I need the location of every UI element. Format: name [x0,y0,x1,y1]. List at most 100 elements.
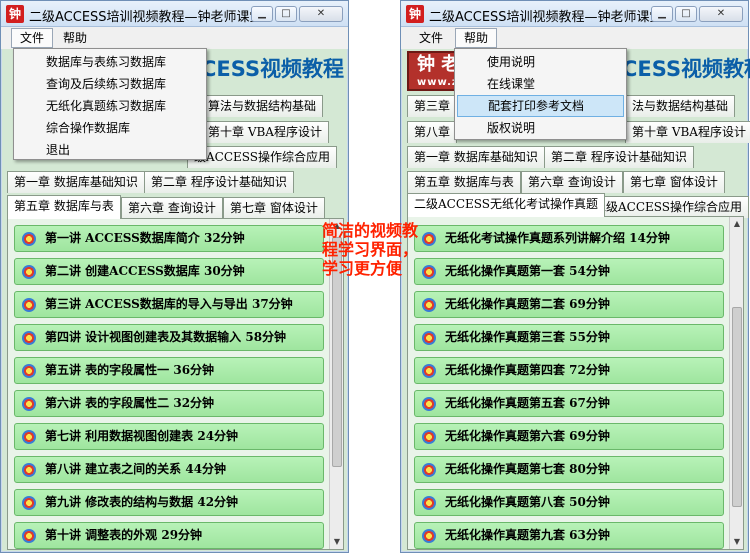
lesson-panel: 无纸化考试操作真题系列讲解介绍 14分钟 无纸化操作真题第一套 54分钟 无纸化… [407,216,744,550]
maximize-button[interactable]: □ [275,6,297,22]
menu-item-usage[interactable]: 使用说明 [457,51,624,73]
tab-paperless-exam[interactable]: 二级ACCESS无纸化考试操作真题 [407,193,606,217]
right-window: 钟 二级ACCESS培训视频教程—钟老师课堂 ▁ □ ✕ 文件 帮助 钟 老 w… [400,0,750,553]
lesson-item[interactable]: 无纸化操作真题第四套 72分钟 [414,357,724,384]
lesson-item[interactable]: 第三讲 ACCESS数据库的导入与导出 37分钟 [14,291,324,318]
tab-chapter-10[interactable]: 第十章 VBA程序设计 [201,121,329,143]
lesson-item[interactable]: 第五讲 表的字段属性一 36分钟 [14,357,324,384]
tab-chapter-10[interactable]: 第十章 VBA程序设计 [625,121,750,143]
lesson-item[interactable]: 第九讲 修改表的结构与数据 42分钟 [14,489,324,516]
promo-caption: 简洁的视频教程学习界面，学习更方便 [322,221,419,278]
menu-help[interactable]: 帮助 [455,28,498,48]
play-icon [22,529,36,543]
play-icon [422,430,436,444]
lesson-item[interactable]: 无纸化操作真题第九套 63分钟 [414,522,724,549]
menu-item-online-class[interactable]: 在线课堂 [457,73,624,95]
left-window: 钟 二级ACCESS培训视频教程—钟老师课堂 ▁ □ ✕ 文件 帮助 CESS视… [0,0,349,553]
play-icon [22,331,36,345]
lesson-item[interactable]: 无纸化操作真题第三套 55分钟 [414,324,724,351]
lesson-item[interactable]: 无纸化考试操作真题系列讲解介绍 14分钟 [414,225,724,252]
lesson-item[interactable]: 第七讲 利用数据视图创建表 24分钟 [14,423,324,450]
lesson-item[interactable]: 第二讲 创建ACCESS数据库 30分钟 [14,258,324,285]
menu-item-db-query[interactable]: 查询及后续练习数据库 [16,73,204,95]
tab-chapter-8[interactable]: 第八章 [407,121,458,143]
lesson-item[interactable]: 无纸化操作真题第八套 50分钟 [414,489,724,516]
close-button[interactable]: ✕ [299,6,343,22]
window-title: 二级ACCESS培训视频教程—钟老师课堂 [29,10,263,25]
play-icon [422,232,436,246]
banner-title: CESS视频教程 [622,57,750,81]
scrollbar[interactable]: ▲ ▼ [729,217,743,549]
lesson-item[interactable]: 第四讲 设计视图创建表及其数据输入 58分钟 [14,324,324,351]
play-icon [422,331,436,345]
tab-chapter-2[interactable]: 第二章 程序设计基础知识 [144,171,294,193]
menu-file[interactable]: 文件 [11,28,54,48]
play-icon [22,364,36,378]
scroll-down-icon[interactable]: ▼ [730,535,744,549]
menu-bar: 文件 帮助 [401,27,748,49]
maximize-button[interactable]: □ [675,6,697,22]
play-icon [22,430,36,444]
tab-chapter-7[interactable]: 第七章 窗体设计 [623,171,725,193]
menu-help[interactable]: 帮助 [55,28,95,48]
tab-chapter-7[interactable]: 第七章 窗体设计 [223,197,325,219]
play-icon [22,232,36,246]
lesson-item[interactable]: 无纸化操作真题第二套 69分钟 [414,291,724,318]
play-icon [422,298,436,312]
tab-chapter-1[interactable]: 第一章 数据库基础知识 [407,146,545,168]
tab-chapter-3[interactable]: 第三章 [407,95,458,117]
play-icon [22,397,36,411]
play-icon [422,496,436,510]
tab-chapter-algorithms[interactable]: 法与数据结构基础 [625,95,736,117]
lesson-item[interactable]: 无纸化操作真题第五套 67分钟 [414,390,724,417]
play-icon [22,298,36,312]
tab-chapter-2[interactable]: 第二章 程序设计基础知识 [544,146,694,168]
menu-item-db-table[interactable]: 数据库与表练习数据库 [16,51,204,73]
minimize-button[interactable]: ▁ [651,6,673,22]
banner-title: CESS视频教程 [201,57,345,81]
tab-chapter-algorithms[interactable]: 算法与数据结构基础 [201,95,324,117]
play-icon [422,364,436,378]
tab-comprehensive[interactable]: 二级ACCESS操作综合应用 [587,196,750,218]
minimize-button[interactable]: ▁ [251,6,273,22]
tab-comprehensive[interactable]: 级ACCESS操作综合应用 [187,146,338,168]
lesson-item[interactable]: 无纸化操作真题第七套 80分钟 [414,456,724,483]
tab-chapter-6[interactable]: 第六章 查询设计 [521,171,623,193]
tab-chapter-5[interactable]: 第五章 数据库与表 [7,195,121,219]
play-icon [22,265,36,279]
window-title: 二级ACCESS培训视频教程—钟老师课堂 [429,10,663,25]
lesson-item[interactable]: 无纸化操作真题第一套 54分钟 [414,258,724,285]
lesson-item[interactable]: 无纸化操作真题第六套 69分钟 [414,423,724,450]
menu-item-db-exam[interactable]: 无纸化真题练习数据库 [16,95,204,117]
scroll-down-icon[interactable]: ▼ [330,535,344,549]
menu-file[interactable]: 文件 [411,28,451,48]
lesson-item[interactable]: 第一讲 ACCESS数据库简介 32分钟 [14,225,324,252]
menu-bar: 文件 帮助 [1,27,348,49]
lesson-item[interactable]: 第八讲 建立表之间的关系 44分钟 [14,456,324,483]
menu-item-db-comprehensive[interactable]: 综合操作数据库 [16,117,204,139]
title-bar[interactable]: 钟 二级ACCESS培训视频教程—钟老师课堂 ▁ □ ✕ [1,1,348,27]
file-menu-dropdown: 数据库与表练习数据库 查询及后续练习数据库 无纸化真题练习数据库 综合操作数据库… [13,48,207,160]
play-icon [422,529,436,543]
tab-chapter-5[interactable]: 第五章 数据库与表 [407,171,521,193]
play-icon [422,463,436,477]
play-icon [422,265,436,279]
menu-item-print-docs[interactable]: 配套打印参考文档 [457,95,624,117]
scroll-thumb[interactable] [732,307,742,507]
lesson-item[interactable]: 第十讲 调整表的外观 29分钟 [14,522,324,549]
tab-chapter-6[interactable]: 第六章 查询设计 [121,197,223,219]
lesson-item[interactable]: 第六讲 表的字段属性二 32分钟 [14,390,324,417]
play-icon [422,397,436,411]
play-icon [22,496,36,510]
close-button[interactable]: ✕ [699,6,743,22]
menu-item-exit[interactable]: 退出 [16,139,204,161]
title-bar[interactable]: 钟 二级ACCESS培训视频教程—钟老师课堂 ▁ □ ✕ [401,1,748,27]
app-icon: 钟 [6,5,24,23]
play-icon [22,463,36,477]
scroll-up-icon[interactable]: ▲ [730,217,744,231]
app-icon: 钟 [406,5,424,23]
menu-item-copyright[interactable]: 版权说明 [457,117,624,139]
help-menu-dropdown: 使用说明 在线课堂 配套打印参考文档 版权说明 [454,48,627,140]
tab-chapter-1[interactable]: 第一章 数据库基础知识 [7,171,145,193]
lesson-panel: 第一讲 ACCESS数据库简介 32分钟 第二讲 创建ACCESS数据库 30分… [7,218,344,550]
